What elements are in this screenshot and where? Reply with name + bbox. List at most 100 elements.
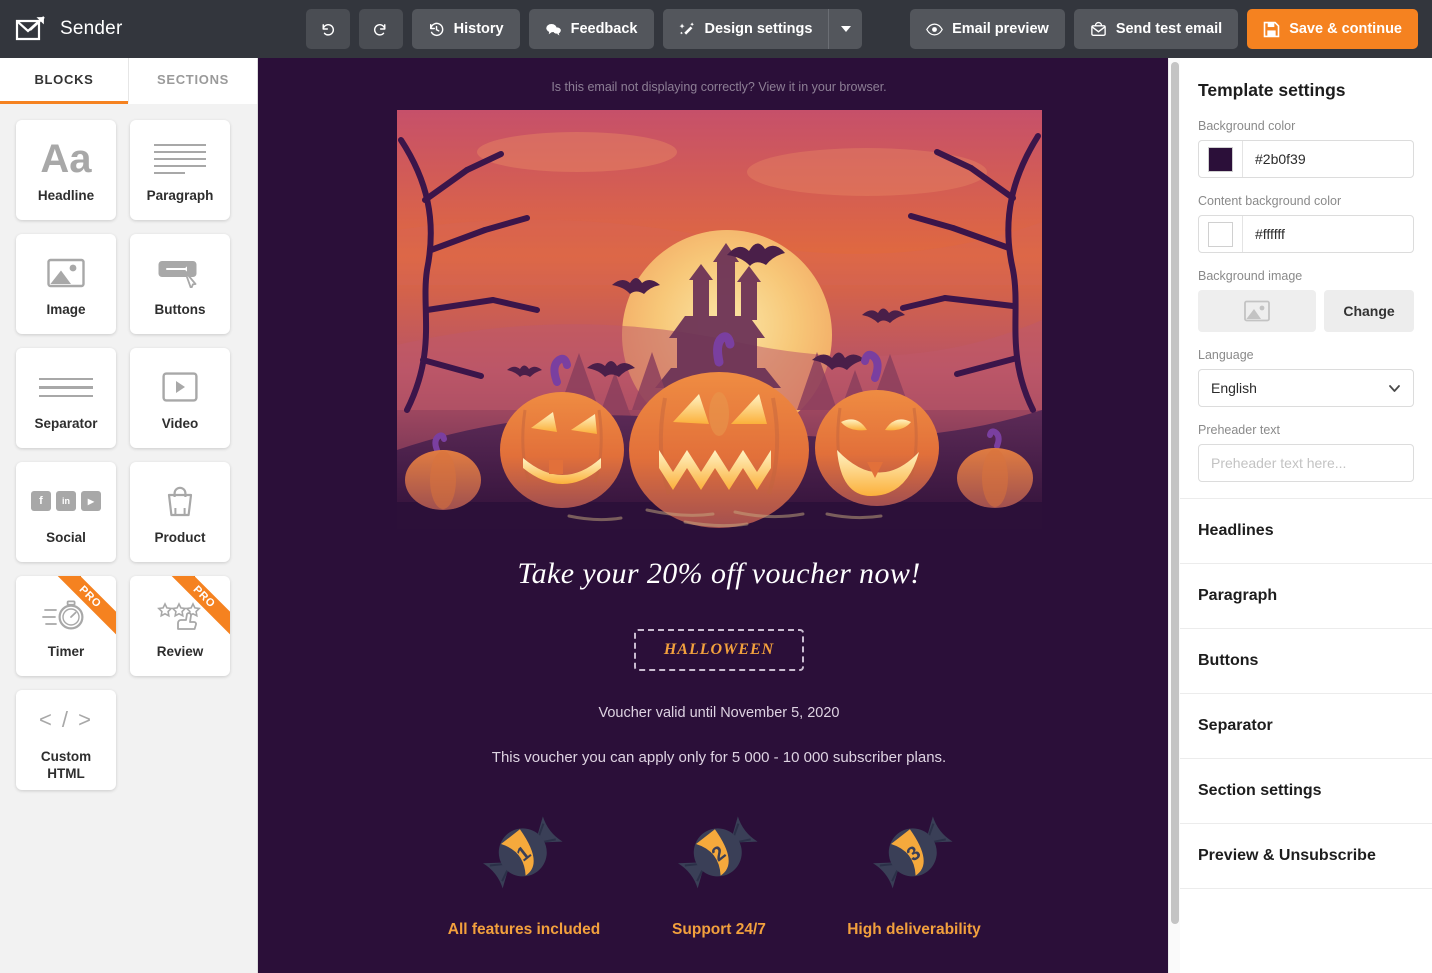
email-template: Is this email not displaying correctly? … — [396, 58, 1042, 939]
tab-sections[interactable]: SECTIONS — [128, 58, 257, 104]
halloween-hero-image[interactable] — [396, 110, 1042, 529]
accordion-label: Preview & Unsubscribe — [1198, 847, 1376, 864]
toolbar-center-group: History Feedback Design settings — [258, 9, 910, 49]
tab-blocks-label: BLOCKS — [34, 72, 94, 87]
sidebar-tabs: BLOCKS SECTIONS — [0, 58, 257, 104]
voucher-code-box[interactable]: HALLOWEEN — [634, 629, 804, 671]
block-paragraph[interactable]: Paragraph — [130, 120, 230, 220]
block-custom-html[interactable]: < / > Custom HTML — [16, 690, 116, 790]
accordion-label: Section settings — [1198, 782, 1322, 799]
tab-blocks[interactable]: BLOCKS — [0, 58, 128, 104]
block-separator[interactable]: Separator — [16, 348, 116, 448]
change-background-image-button[interactable]: Change — [1324, 290, 1414, 332]
block-label: Timer — [47, 644, 85, 660]
social-icons: f in ▶ — [31, 478, 101, 524]
accordion-buttons[interactable]: Buttons — [1180, 629, 1432, 694]
view-in-browser-note[interactable]: Is this email not displaying correctly? … — [397, 58, 1042, 110]
text-lines-icon — [154, 136, 206, 182]
button-cursor-icon — [157, 250, 203, 296]
email-preview-label: Email preview — [952, 21, 1049, 37]
feature-label: High deliverability — [847, 921, 981, 938]
design-settings-split-button: Design settings — [662, 9, 863, 49]
facebook-icon: f — [31, 491, 51, 512]
block-label: Video — [161, 416, 199, 432]
candy-icon: 2 — [671, 806, 767, 907]
block-timer[interactable]: Timer PRO — [16, 576, 116, 676]
accordion-headlines[interactable]: Headlines — [1180, 499, 1432, 564]
background-color-field: Background color #2b0f39 — [1198, 119, 1414, 178]
linkedin-icon: in — [56, 491, 76, 512]
shopping-bag-icon — [163, 478, 197, 524]
send-test-email-button[interactable]: Send test email — [1073, 9, 1239, 49]
accordion-separator[interactable]: Separator — [1180, 694, 1432, 759]
brand: Sender — [0, 14, 258, 44]
history-button[interactable]: History — [411, 9, 520, 49]
background-color-input[interactable]: #2b0f39 — [1198, 140, 1414, 178]
language-select[interactable]: English — [1198, 369, 1414, 407]
block-headline[interactable]: Aa Headline — [16, 120, 116, 220]
accordion-section-settings[interactable]: Section settings — [1180, 759, 1432, 824]
panel-title: Template settings — [1198, 80, 1346, 100]
brand-name: Sender — [60, 18, 123, 39]
content-background-color-input[interactable]: #ffffff — [1198, 215, 1414, 253]
voucher-validity-text[interactable]: Voucher valid until November 5, 2020 — [427, 705, 1012, 721]
feature-item[interactable]: 1 All features included — [427, 806, 622, 939]
feature-item[interactable]: 3 High deliverability — [817, 806, 1012, 939]
redo-button[interactable] — [358, 9, 403, 49]
block-review[interactable]: Review PRO — [130, 576, 230, 676]
design-settings-label: Design settings — [704, 21, 813, 37]
stars-hand-icon — [154, 592, 206, 638]
block-label: Custom HTML — [40, 749, 92, 781]
design-settings-button[interactable]: Design settings — [662, 9, 829, 49]
youtube-icon: ▶ — [81, 491, 101, 512]
template-settings-panel: Template settings Background color #2b0f… — [1180, 58, 1432, 973]
feature-label: All features included — [447, 921, 601, 938]
block-label: Image — [46, 302, 86, 318]
background-color-swatch[interactable] — [1208, 146, 1233, 172]
block-label: Buttons — [154, 302, 206, 318]
block-video[interactable]: Video — [130, 348, 230, 448]
voucher-conditions-text[interactable]: This voucher you can apply only for 5 00… — [427, 749, 1012, 766]
feedback-button[interactable]: Feedback — [528, 9, 654, 49]
feature-item[interactable]: 2 Support 24/7 — [622, 806, 817, 939]
background-image-label: Background image — [1198, 269, 1303, 283]
canvas-scrollbar[interactable] — [1168, 58, 1180, 973]
feedback-label: Feedback — [570, 21, 638, 37]
image-placeholder-icon[interactable] — [1198, 290, 1316, 332]
image-icon — [47, 250, 85, 296]
email-headline[interactable]: Take your 20% off voucher now! — [427, 557, 1012, 591]
design-settings-dropdown-toggle[interactable] — [828, 9, 862, 49]
save-continue-label: Save & continue — [1289, 21, 1402, 37]
email-body: Take your 20% off voucher now! HALLOWEEN… — [397, 529, 1042, 939]
tab-sections-label: SECTIONS — [156, 72, 230, 87]
accordion-preview-unsubscribe[interactable]: Preview & Unsubscribe — [1180, 824, 1432, 889]
accordion-paragraph[interactable]: Paragraph — [1180, 564, 1432, 629]
email-preview-button[interactable]: Email preview — [910, 9, 1065, 49]
block-label: Paragraph — [146, 188, 214, 204]
accordion-label: Headlines — [1198, 522, 1274, 539]
block-image[interactable]: Image — [16, 234, 116, 334]
candy-icon: 1 — [476, 806, 572, 907]
undo-button[interactable] — [305, 9, 350, 49]
content-background-color-field: Content background color #ffffff — [1198, 194, 1414, 253]
code-icon: < / > — [38, 707, 94, 733]
floppy-disk-icon — [1263, 21, 1280, 38]
email-canvas[interactable]: Is this email not displaying correctly? … — [258, 58, 1180, 973]
background-color-swatch-cell[interactable] — [1199, 141, 1243, 177]
accordion-label: Separator — [1198, 717, 1273, 734]
undo-icon — [319, 21, 336, 38]
language-value: English — [1211, 380, 1257, 396]
video-play-icon — [162, 364, 198, 410]
content-background-color-swatch-cell[interactable] — [1199, 216, 1243, 252]
separator-icon — [39, 364, 93, 410]
block-product[interactable]: Product — [130, 462, 230, 562]
preheader-input[interactable] — [1198, 444, 1414, 482]
preheader-label: Preheader text — [1198, 423, 1280, 437]
content-background-color-swatch[interactable] — [1208, 221, 1233, 247]
block-social[interactable]: f in ▶ Social — [16, 462, 116, 562]
canvas-scrollbar-thumb[interactable] — [1171, 62, 1179, 924]
chevron-down-icon — [1387, 381, 1402, 399]
save-continue-button[interactable]: Save & continue — [1247, 9, 1418, 49]
template-settings-fields: Template settings Background color #2b0f… — [1180, 58, 1432, 482]
block-buttons[interactable]: Buttons — [130, 234, 230, 334]
